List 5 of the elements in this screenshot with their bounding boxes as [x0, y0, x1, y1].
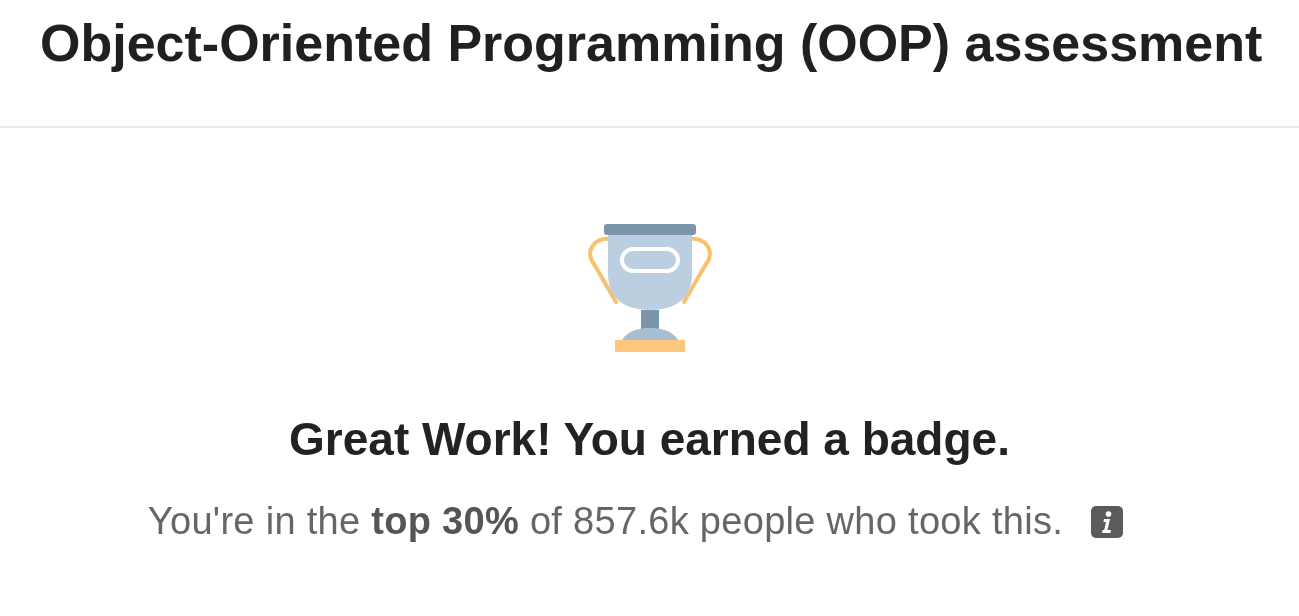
ranking-text: You're in the top 30% of 857.6k people who took this. — [147, 500, 1064, 543]
trophy-icon — [585, 224, 714, 352]
info-icon[interactable] — [1091, 505, 1124, 538]
assessment-title: Object-Oriented Programming (OOP) assessment — [40, 13, 1263, 73]
badge-heading: Great Work! You earned a badge. — [289, 412, 1010, 466]
